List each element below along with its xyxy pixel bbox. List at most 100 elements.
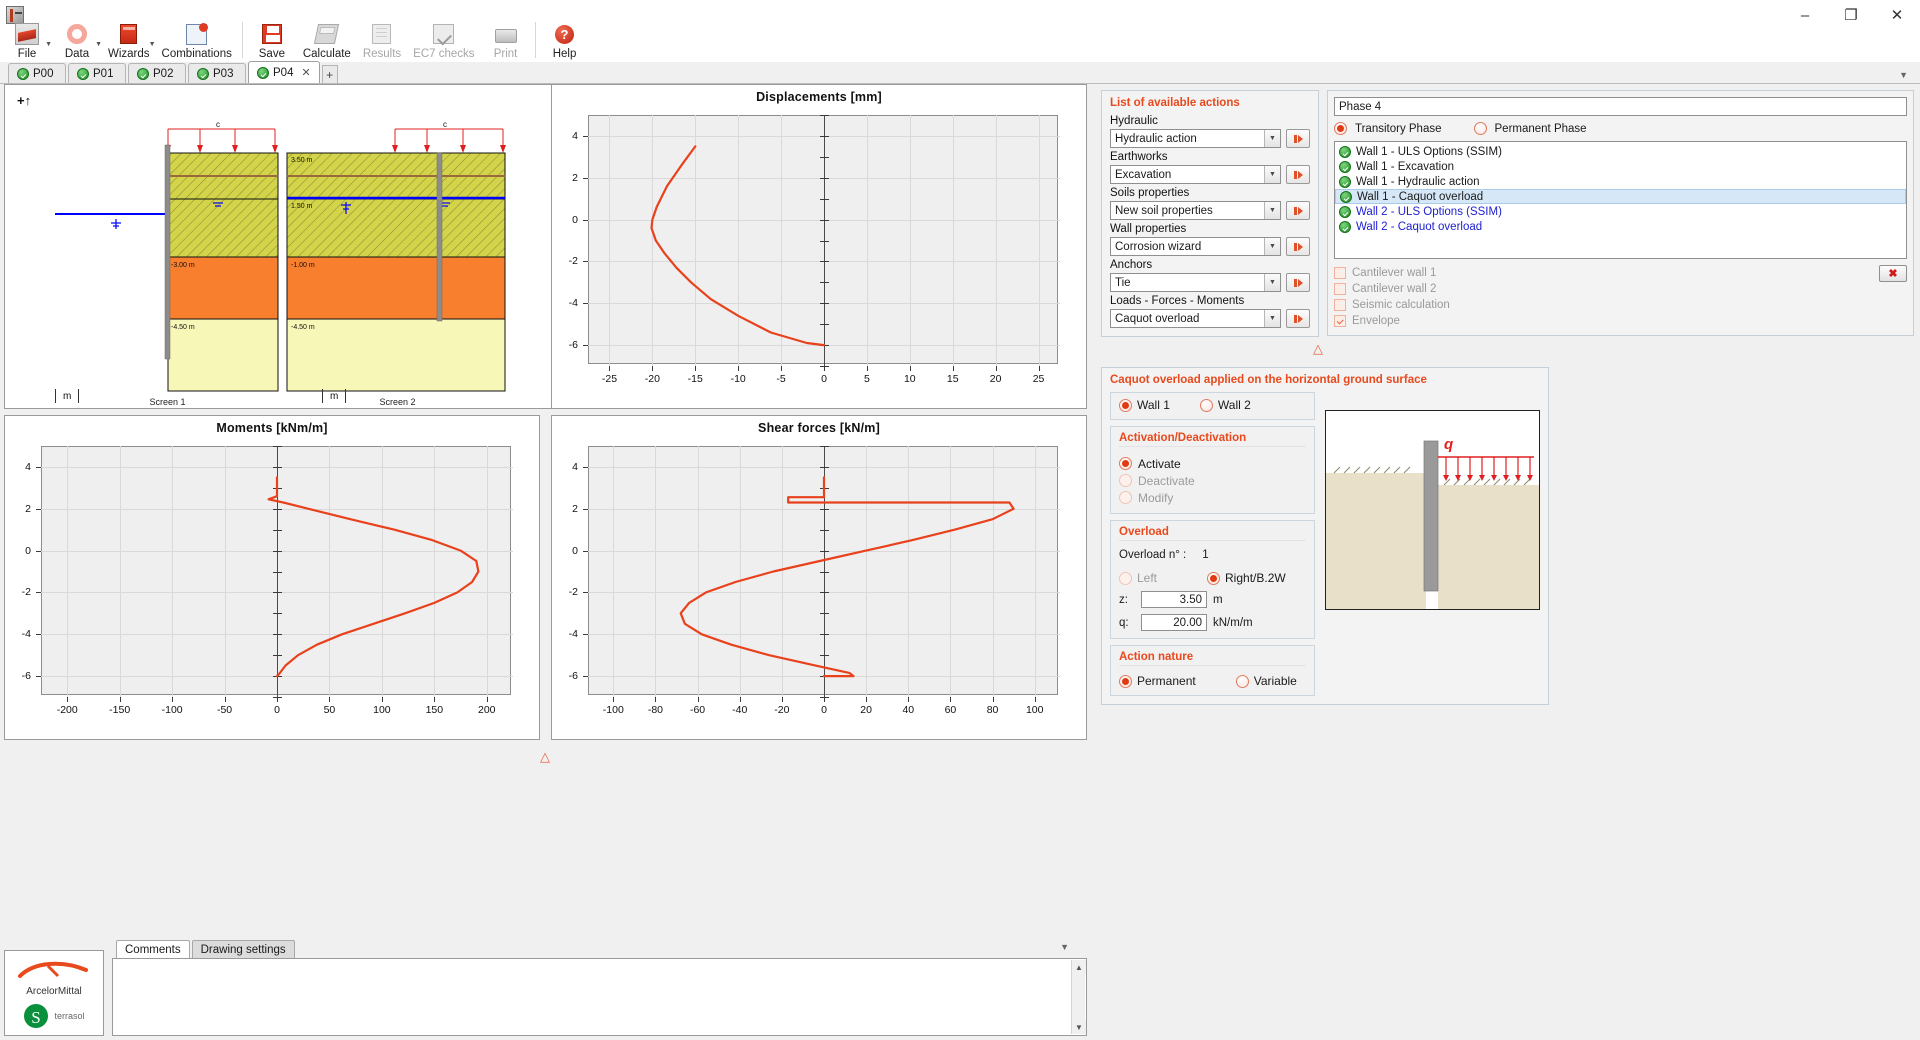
x-axis-tick <box>866 366 868 371</box>
checkbox-seismic-calculation[interactable]: Seismic calculation <box>1334 297 1867 313</box>
radio-icon[interactable] <box>1199 398 1213 412</box>
scroll-up-icon[interactable]: ▲ <box>1072 960 1086 974</box>
select-anchors[interactable]: Tie ▼ <box>1110 273 1281 292</box>
radio-icon[interactable] <box>1207 571 1221 585</box>
chevron-down-icon[interactable]: ▼ <box>45 41 52 48</box>
toolbar-button-help[interactable]: ? Help <box>540 10 590 62</box>
chart-moments[interactable]: Moments [kNm/m] -200 -150 -100 -50 0 50 100 150… <box>4 415 540 740</box>
side-right-option[interactable]: Right/B.2W <box>1207 571 1286 585</box>
radio-icon[interactable] <box>1119 571 1132 585</box>
chevron-down-icon[interactable]: ▼ <box>1899 70 1908 80</box>
radio-icon[interactable] <box>1119 491 1132 504</box>
apply-loads-button[interactable] <box>1286 309 1310 328</box>
vertical-splitter-handle[interactable]: △ <box>540 749 550 765</box>
activate-option[interactable]: Activate <box>1119 455 1306 472</box>
x-axis-tick-label: -80 <box>647 704 664 716</box>
apply-wall-properties-button[interactable] <box>1286 237 1310 256</box>
panel-collapse-handle[interactable]: △ <box>1313 341 1531 357</box>
toolbar-button-results[interactable]: Results <box>357 10 407 62</box>
radio-icon[interactable] <box>1235 674 1249 688</box>
phase-tab-p02[interactable]: P02 <box>128 63 186 83</box>
minimize-button[interactable]: – <box>1782 0 1828 30</box>
checkbox-icon[interactable] <box>1334 299 1346 311</box>
apply-soils-properties-button[interactable] <box>1286 201 1310 220</box>
z-input[interactable]: 3.50 <box>1141 591 1207 608</box>
radio-icon[interactable] <box>1119 474 1132 487</box>
list-item[interactable]: Wall 1 - Hydraulic action <box>1335 174 1906 189</box>
list-item[interactable]: Wall 2 - Caquot overload <box>1335 219 1906 234</box>
select-soils-properties[interactable]: New soil properties ▼ <box>1110 201 1281 220</box>
chart-displacements[interactable]: Displacements [mm] -25 -20 -15 -10 -5 0 5 10 15 2… <box>551 84 1087 409</box>
checkbox-icon[interactable] <box>1334 267 1346 279</box>
select-loads[interactable]: Caquot overload ▼ <box>1110 309 1281 328</box>
phase-tab-p03[interactable]: P03 <box>188 63 246 83</box>
wall-2-option[interactable]: Wall 2 <box>1199 398 1251 412</box>
close-button[interactable]: ✕ <box>1874 0 1920 30</box>
permanent-phase-label[interactable]: Permanent Phase <box>1495 123 1587 135</box>
check-icon <box>1339 160 1351 173</box>
list-item[interactable]: Wall 2 - ULS Options (SSIM) <box>1335 204 1906 219</box>
radio-icon[interactable] <box>1119 398 1132 412</box>
q-input[interactable]: 20.00 <box>1141 614 1207 631</box>
select-hydraulic[interactable]: Hydraulic action ▼ <box>1110 129 1281 148</box>
radio-icon[interactable] <box>1119 674 1132 688</box>
toolbar-button-file[interactable]: File ▼ <box>2 10 52 62</box>
toolbar-button-combinations[interactable]: Combinations <box>156 10 238 62</box>
chevron-down-icon[interactable]: ▼ <box>1264 238 1280 255</box>
list-item[interactable]: Wall 1 - Excavation <box>1335 159 1906 174</box>
checkbox-icon[interactable] <box>1334 283 1346 295</box>
checkbox-cantilever-wall-2[interactable]: Cantilever wall 2 <box>1334 281 1867 297</box>
chevron-down-icon[interactable]: ▼ <box>1264 166 1280 183</box>
phase-name-input[interactable]: Phase 4 <box>1334 97 1907 116</box>
tab-drawing-settings[interactable]: Drawing settings <box>191 940 295 958</box>
chart-shear-forces[interactable]: Shear forces [kN/m] -100 -80 -60 -40 -20 0 20 4… <box>551 415 1087 740</box>
side-left-option[interactable]: Left <box>1119 571 1157 585</box>
toolbar-button-print[interactable]: Print <box>481 10 531 62</box>
add-phase-button[interactable]: + <box>321 65 338 83</box>
toolbar-button-wizards[interactable]: Wizards ▼ <box>102 10 156 62</box>
phase-tab-p01[interactable]: P01 <box>68 63 126 83</box>
toolbar-button-ec7-checks[interactable]: EC7 checks <box>407 10 480 62</box>
radio-icon[interactable] <box>1334 122 1347 135</box>
toolbar-button-calculate[interactable]: Calculate <box>297 10 357 62</box>
apply-hydraulic-button[interactable] <box>1286 129 1310 148</box>
apply-anchors-button[interactable] <box>1286 273 1310 292</box>
chevron-down-icon[interactable]: ▼ <box>95 41 102 48</box>
phase-tab-p04[interactable]: P04 ✕ <box>248 61 320 83</box>
chevron-down-icon[interactable]: ▼ <box>1060 942 1069 952</box>
checkbox-cantilever-wall-1[interactable]: Cantilever wall 1 <box>1334 265 1867 281</box>
radio-icon[interactable] <box>1119 457 1132 470</box>
modify-option[interactable]: Modify <box>1119 489 1306 506</box>
comments-scrollbar[interactable]: ▲ ▼ <box>1071 960 1086 1034</box>
chevron-down-icon[interactable]: ▼ <box>1264 310 1280 327</box>
chevron-down-icon[interactable]: ▼ <box>1264 130 1280 147</box>
wall-1-option[interactable]: Wall 1 <box>1119 398 1170 412</box>
comments-textarea[interactable]: ▲ ▼ <box>112 958 1087 1036</box>
x-axis-tick <box>655 697 657 702</box>
tab-comments[interactable]: Comments <box>116 940 190 958</box>
variable-option[interactable]: Variable <box>1235 674 1297 688</box>
phase-actions-list[interactable]: Wall 1 - ULS Options (SSIM) Wall 1 - Exc… <box>1334 141 1907 259</box>
select-wall-properties[interactable]: Corrosion wizard ▼ <box>1110 237 1281 256</box>
deactivate-option[interactable]: Deactivate <box>1119 472 1306 489</box>
delete-phase-button[interactable]: ✖ <box>1879 265 1907 282</box>
maximize-button[interactable]: ❐ <box>1828 0 1874 30</box>
chevron-down-icon[interactable]: ▼ <box>1264 274 1280 291</box>
radio-icon[interactable] <box>1473 122 1487 135</box>
checkbox-envelope[interactable]: Envelope <box>1334 313 1867 329</box>
toolbar-button-data[interactable]: Data ▼ <box>52 10 102 62</box>
chevron-down-icon[interactable]: ▼ <box>149 41 156 48</box>
toolbar-button-save[interactable]: Save <box>247 10 297 62</box>
toolbar-label: Wizards <box>108 48 150 60</box>
list-item-selected[interactable]: Wall 1 - Caquot overload <box>1335 189 1906 204</box>
scroll-down-icon[interactable]: ▼ <box>1072 1020 1086 1034</box>
select-earthworks[interactable]: Excavation ▼ <box>1110 165 1281 184</box>
permanent-option[interactable]: Permanent <box>1119 674 1196 688</box>
phase-tab-p00[interactable]: P00 <box>8 63 66 83</box>
checkbox-icon[interactable] <box>1334 315 1346 327</box>
list-item[interactable]: Wall 1 - ULS Options (SSIM) <box>1335 144 1906 159</box>
transitory-phase-label[interactable]: Transitory Phase <box>1355 123 1442 135</box>
apply-earthworks-button[interactable] <box>1286 165 1310 184</box>
close-icon[interactable]: ✕ <box>301 66 310 79</box>
chevron-down-icon[interactable]: ▼ <box>1264 202 1280 219</box>
